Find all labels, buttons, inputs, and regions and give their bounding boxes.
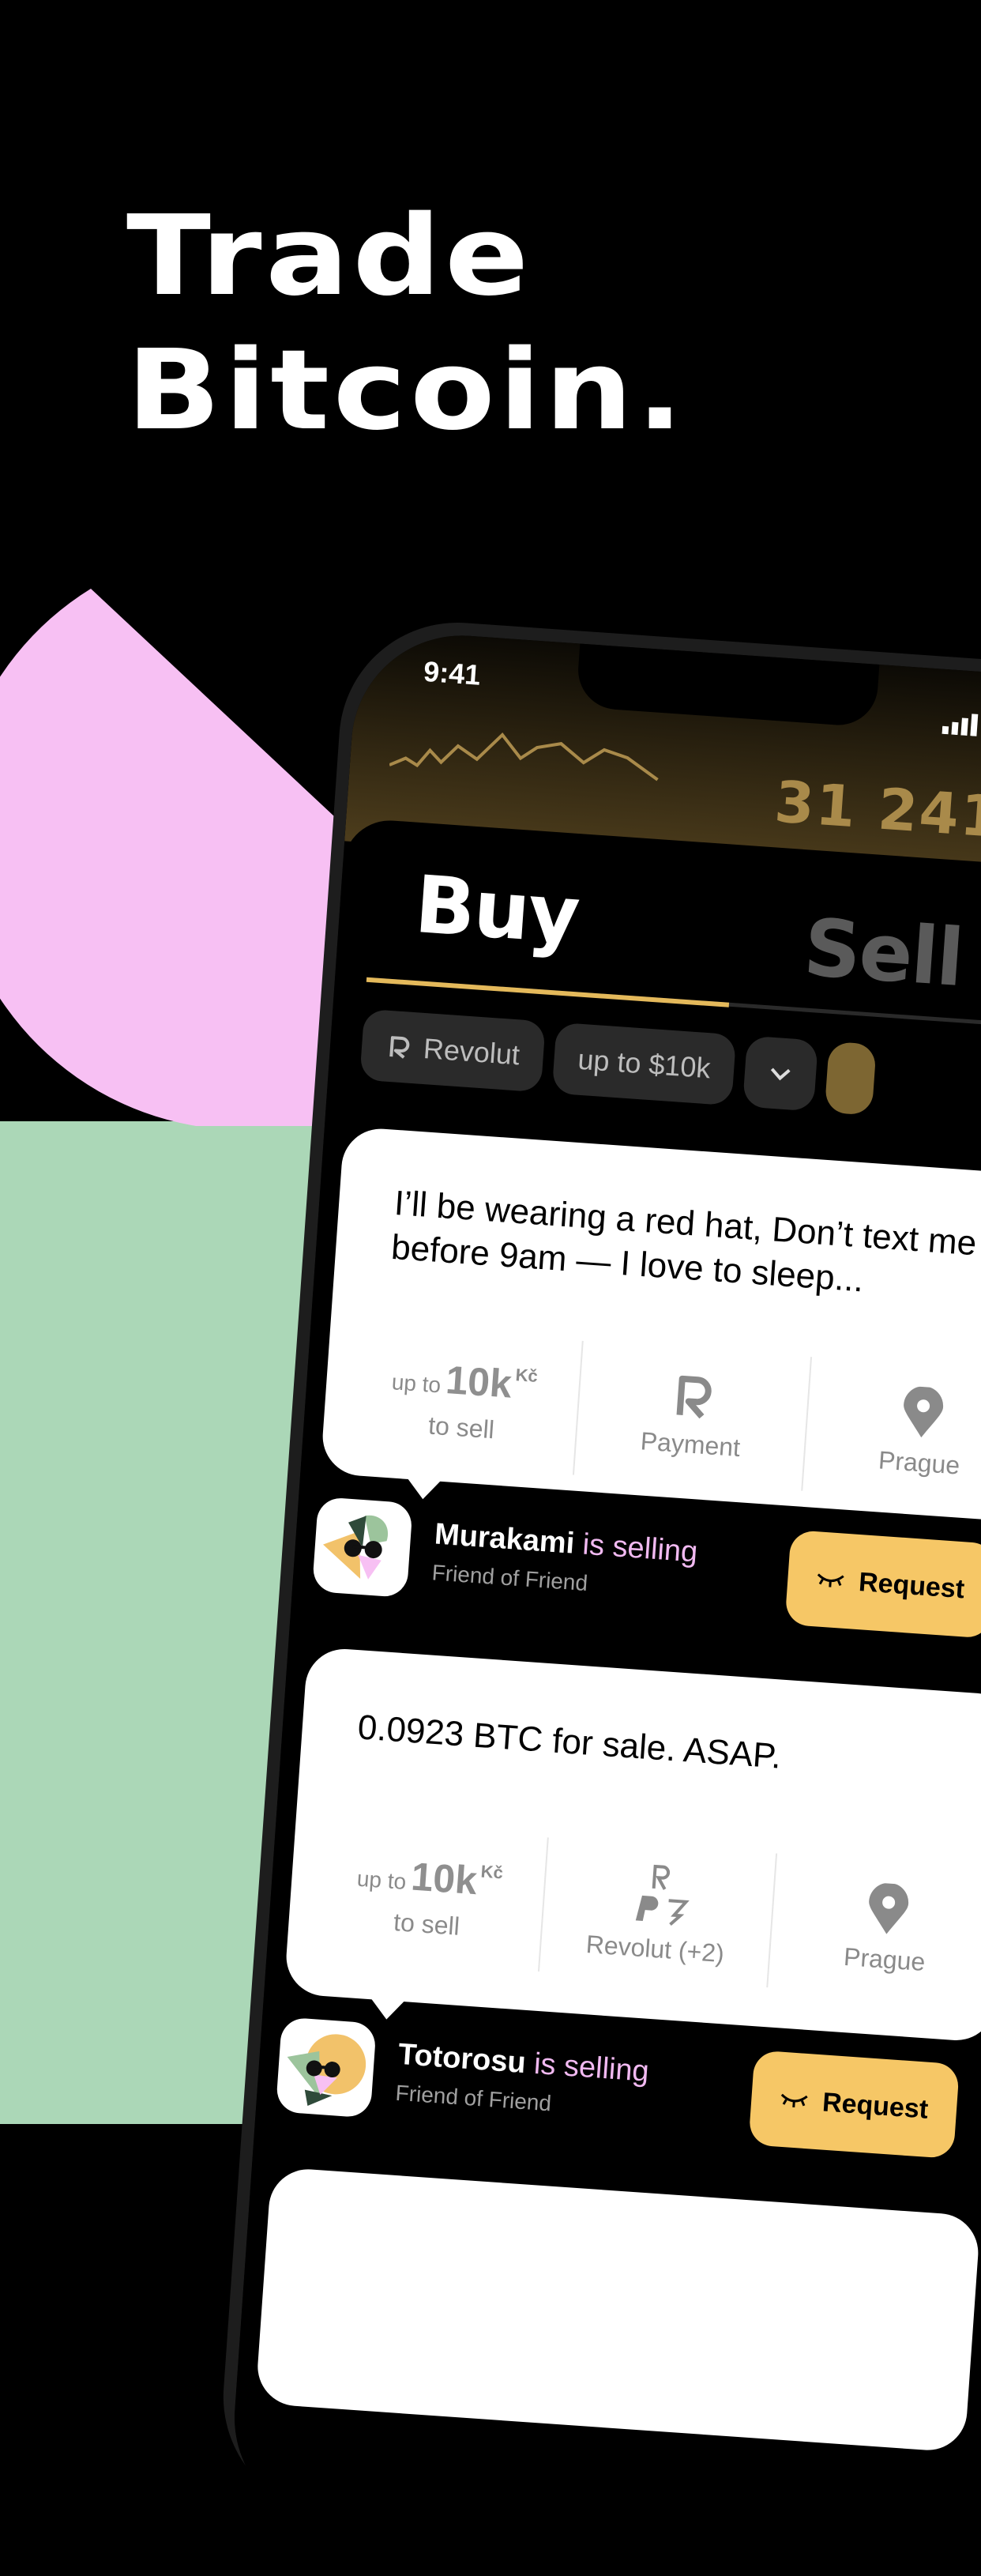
request-label: Request — [821, 2087, 930, 2125]
filter-payment-chip[interactable]: Revolut — [359, 1009, 546, 1093]
headline: Trade Bitcoin. — [126, 190, 687, 458]
headline-line-1: Trade — [126, 190, 687, 324]
filter-dropdown-button[interactable] — [742, 1036, 818, 1112]
amount-caption: to sell — [393, 1908, 460, 1941]
amount-currency: Kč — [480, 1861, 504, 1883]
location-pin-icon — [900, 1385, 945, 1441]
status-time: 9:41 — [423, 655, 482, 692]
seller-relation: Friend of Friend — [431, 1560, 588, 1596]
request-button[interactable]: Request — [784, 1530, 981, 1639]
seller-action: is selling — [581, 1528, 698, 1569]
amount-value: 10k — [410, 1853, 479, 1904]
offer-card[interactable] — [255, 2167, 981, 2453]
offers-panel: Buy Sell Revolut up to $10k — [227, 817, 981, 2574]
offer-payment: Revolut (+2) — [539, 1837, 778, 1987]
offer-stats: up to 10k Kč to sell Revolut (+2) — [310, 1821, 981, 2003]
offer-card[interactable]: 0.0923 BTC for sale. ASAP. up to 10k Kč … — [284, 1647, 981, 2043]
amount-value: 10k — [445, 1357, 513, 1407]
chevron-down-icon — [766, 1059, 795, 1087]
offer-card[interactable]: I’ll be wearing a red hat, Don’t text me… — [320, 1126, 981, 1523]
request-label: Request — [858, 1567, 966, 1605]
location-label: Prague — [843, 1941, 926, 1976]
signal-icon — [942, 710, 981, 737]
tab-indicator — [366, 977, 729, 1007]
seller-name-line: Murakami is selling — [434, 1517, 699, 1569]
offer-amount: up to 10k Kč to sell — [310, 1821, 549, 1972]
payment-label: Payment — [640, 1426, 742, 1463]
offer-message: I’ll be wearing a red hat, Don’t text me… — [389, 1181, 981, 1312]
seller-row: Murakami is selling Friend of Friend Req… — [310, 1497, 981, 1660]
filter-limit-chip[interactable]: up to $10k — [552, 1022, 737, 1106]
revolut-icon — [385, 1033, 413, 1061]
location-pin-icon — [865, 1881, 911, 1937]
payment-label: Revolut (+2) — [585, 1930, 725, 1968]
amount-prefix: up to — [356, 1866, 407, 1894]
avatar-illustration — [312, 1497, 413, 1598]
closed-eye-icon — [816, 1571, 845, 1588]
card-tail — [369, 1998, 405, 2021]
tab-sell[interactable]: Sell — [801, 901, 965, 1004]
amount-caption: to sell — [427, 1410, 495, 1444]
card-tail — [405, 1478, 442, 1501]
headline-line-2: Bitcoin. — [126, 324, 687, 458]
revolut-icon — [670, 1372, 717, 1422]
phone-screen: 9:41 31 241 Buy Sell Revolut — [227, 628, 981, 2575]
offer-payment: Payment — [574, 1341, 813, 1491]
amount-currency: Kč — [515, 1365, 539, 1387]
filter-extra-chip[interactable] — [825, 1041, 877, 1116]
request-button[interactable]: Request — [748, 2050, 960, 2159]
seller-name-line: Totorosu is selling — [397, 2038, 650, 2089]
offer-location: Prague — [803, 1357, 981, 1507]
btc-price: 31 241 — [772, 768, 981, 850]
phone-mockup: 9:41 31 241 Buy Sell Revolut — [230, 628, 981, 2536]
filter-payment-label: Revolut — [423, 1032, 521, 1071]
seller-avatar[interactable] — [312, 1497, 413, 1598]
seller-name: Totorosu — [397, 2038, 527, 2080]
filter-chips: Revolut up to $10k — [359, 1009, 877, 1116]
seller-relation: Friend of Friend — [395, 2081, 552, 2117]
closed-eye-icon — [780, 2092, 809, 2109]
amount-prefix: up to — [391, 1369, 442, 1398]
offer-message: 0.0923 BTC for sale. ASAP. — [356, 1705, 974, 1792]
seller-action: is selling — [533, 2047, 650, 2088]
price-sparkline — [389, 717, 677, 800]
avatar-illustration — [276, 2017, 377, 2118]
filter-limit-label: up to $10k — [577, 1043, 712, 1086]
seller-avatar[interactable] — [276, 2017, 377, 2118]
seller-row: Totorosu is selling Friend of Friend Req… — [274, 2017, 981, 2180]
location-label: Prague — [878, 1445, 961, 1480]
seller-name: Murakami — [434, 1517, 576, 1560]
payment-methods-icon — [622, 1859, 697, 1927]
tab-buy[interactable]: Buy — [412, 858, 581, 962]
offer-amount: up to 10k Kč to sell — [345, 1325, 584, 1475]
offer-location: Prague — [769, 1854, 981, 2004]
